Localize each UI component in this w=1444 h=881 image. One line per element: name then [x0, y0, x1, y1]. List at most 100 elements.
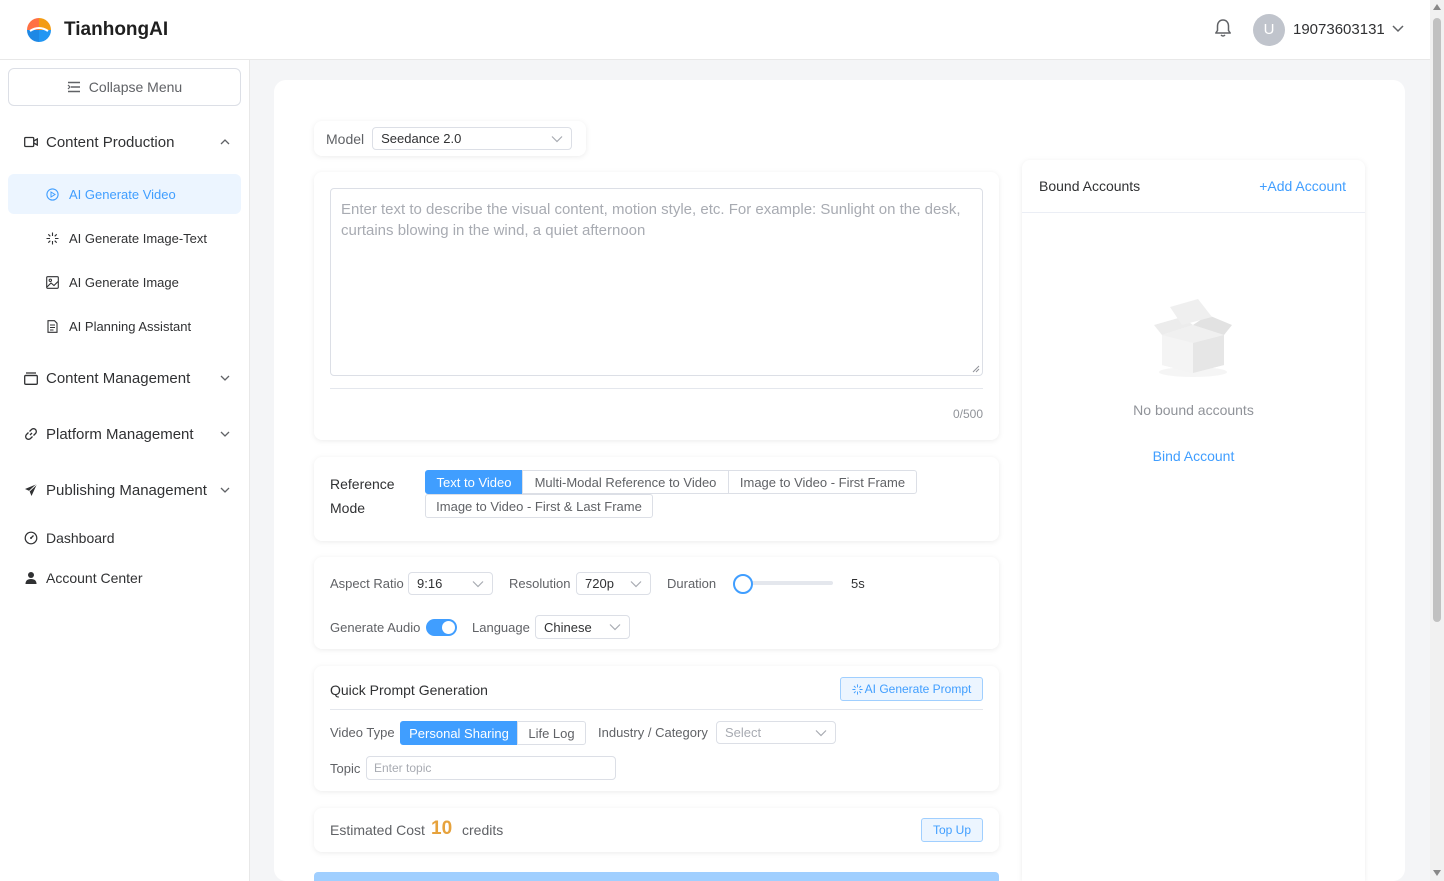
image-icon	[46, 275, 59, 289]
aspect-ratio-label: Aspect Ratio	[330, 576, 404, 591]
scroll-down-arrow-icon[interactable]	[1433, 870, 1441, 876]
divider	[1022, 212, 1365, 213]
user-icon	[25, 572, 37, 584]
sidebar-item-ai-planning-assistant[interactable]: AI Planning Assistant	[8, 306, 241, 346]
reference-mode-label: Reference Mode	[330, 472, 410, 520]
estimated-cost-panel: Estimated Cost 10 credits Top Up	[314, 808, 999, 852]
industry-category-placeholder: Select	[725, 725, 762, 740]
sidebar-item-account-center[interactable]: Account Center	[24, 570, 143, 586]
chevron-down-icon	[220, 431, 230, 437]
sidebar-group-label: Content Production	[46, 133, 175, 151]
language-label: Language	[472, 620, 530, 635]
username[interactable]: 19073603131	[1293, 21, 1385, 38]
top-header: TianhongAI U 19073603131	[0, 0, 1444, 60]
collapse-menu-button[interactable]: Collapse Menu	[8, 68, 241, 106]
sidebar-group-content-production[interactable]: Content Production	[24, 132, 234, 152]
scroll-up-arrow-icon[interactable]	[1433, 4, 1441, 10]
aspect-ratio-select[interactable]: 9:16	[408, 572, 493, 595]
industry-category-select[interactable]: Select	[716, 721, 836, 744]
empty-state-text: No bound accounts	[1133, 402, 1254, 418]
chevron-up-icon	[220, 139, 230, 145]
play-circle-icon	[46, 187, 59, 201]
prompt-textarea[interactable]: Enter text to describe the visual conten…	[330, 188, 983, 376]
sidebar-item-ai-generate-image[interactable]: AI Generate Image	[8, 262, 241, 302]
bound-accounts-panel: Bound Accounts +Add Account No bound acc…	[1022, 160, 1365, 881]
scrollbar-thumb[interactable]	[1433, 18, 1441, 622]
sidebar-item-label: AI Generate Video	[69, 186, 176, 202]
resolution-label: Resolution	[509, 576, 571, 591]
video-type-life-log[interactable]: Life Log	[517, 721, 586, 745]
paper-plane-icon	[25, 483, 38, 496]
estimated-cost-label: Estimated Cost	[330, 822, 425, 838]
brand-name: TianhongAI	[64, 19, 169, 40]
model-panel: Model Seedance 2.0	[314, 121, 586, 156]
topic-placeholder: Enter topic	[374, 761, 432, 775]
reference-mode-panel: Reference Mode Text to Video Multi-Modal…	[314, 457, 999, 541]
duration-slider-track[interactable]	[743, 581, 833, 585]
sidebar-item-dashboard[interactable]: Dashboard	[24, 530, 115, 546]
video-camera-icon	[24, 136, 38, 148]
link-icon	[25, 428, 37, 440]
model-select-value: Seedance 2.0	[381, 131, 462, 146]
sidebar-group-publishing-management[interactable]: Publishing Management	[24, 480, 234, 500]
topic-label: Topic	[330, 761, 361, 776]
tianhong-logo	[27, 18, 51, 42]
duration-value: 5s	[851, 576, 865, 591]
sidebar-group-content-management[interactable]: Content Management	[24, 368, 234, 388]
chevron-down-icon	[630, 580, 642, 587]
collapse-menu-label: Collapse Menu	[88, 79, 183, 95]
generate-button[interactable]	[314, 872, 999, 881]
top-up-button[interactable]: Top Up	[921, 818, 983, 842]
language-value: Chinese	[544, 619, 592, 635]
sidebar-item-ai-generate-video[interactable]: AI Generate Video	[8, 174, 241, 214]
sidebar-item-ai-generate-image-text[interactable]: AI Generate Image-Text	[8, 218, 241, 258]
duration-slider-handle[interactable]	[733, 574, 753, 594]
cost-unit: credits	[462, 822, 504, 838]
mode-image-first-frame[interactable]: Image to Video - First Frame	[728, 470, 917, 494]
topic-input[interactable]: Enter topic	[366, 756, 616, 780]
document-icon	[47, 319, 58, 333]
archive-icon	[24, 371, 38, 385]
model-select[interactable]: Seedance 2.0	[372, 127, 573, 150]
sidebar-item-label: AI Planning Assistant	[69, 318, 192, 334]
resolution-select[interactable]: 720p	[576, 572, 651, 595]
ai-generate-prompt-label: AI Generate Prompt	[864, 682, 972, 696]
chevron-down-icon	[551, 135, 563, 142]
mode-image-first-last-frame[interactable]: Image to Video - First & Last Frame	[425, 494, 653, 518]
reference-mode-label-line2: Mode	[330, 500, 366, 516]
estimated-cost-value: 10	[431, 818, 453, 839]
mode-multimodal-reference[interactable]: Multi-Modal Reference to Video	[522, 470, 729, 494]
aspect-ratio-value: 9:16	[417, 576, 443, 591]
reference-mode-label-line1: Reference	[330, 476, 395, 492]
resolution-value: 720p	[585, 576, 614, 591]
industry-category-label: Industry / Category	[598, 725, 708, 740]
add-account-label: Add Account	[1267, 178, 1346, 194]
sidebar-group-platform-management[interactable]: Platform Management	[24, 424, 234, 444]
avatar[interactable]: U	[1253, 14, 1285, 46]
ai-generate-prompt-button[interactable]: AI Generate Prompt	[840, 677, 983, 701]
page-scrollbar[interactable]	[1430, 0, 1444, 881]
bell-icon[interactable]	[1212, 17, 1234, 39]
dashboard-gauge-icon	[24, 531, 38, 545]
chevron-down-icon[interactable]	[1391, 24, 1405, 34]
sidebar-group-label: Publishing Management	[46, 481, 207, 499]
menu-fold-icon	[67, 81, 80, 93]
divider	[330, 709, 983, 710]
resize-grip-icon[interactable]	[972, 365, 980, 373]
quick-prompt-title: Quick Prompt Generation	[330, 682, 488, 698]
sidebar-group-label: Content Management	[46, 369, 191, 387]
sidebar-item-label: AI Generate Image-Text	[69, 230, 208, 246]
bind-account-link[interactable]: Bind Account	[1022, 448, 1365, 464]
empty-box-illustration	[1154, 299, 1232, 377]
duration-label: Duration	[667, 576, 717, 591]
language-select[interactable]: Chinese	[535, 615, 630, 639]
chevron-down-icon	[815, 729, 827, 736]
generate-audio-toggle[interactable]	[426, 619, 457, 636]
bound-accounts-title: Bound Accounts	[1039, 178, 1141, 194]
generate-audio-label: Generate Audio	[330, 620, 421, 635]
video-type-personal-sharing[interactable]: Personal Sharing	[400, 721, 518, 745]
mode-text-to-video[interactable]: Text to Video	[425, 470, 523, 494]
add-account-button[interactable]: +Add Account	[1259, 178, 1346, 194]
chevron-down-icon	[472, 580, 484, 587]
parameters-panel	[314, 557, 999, 649]
